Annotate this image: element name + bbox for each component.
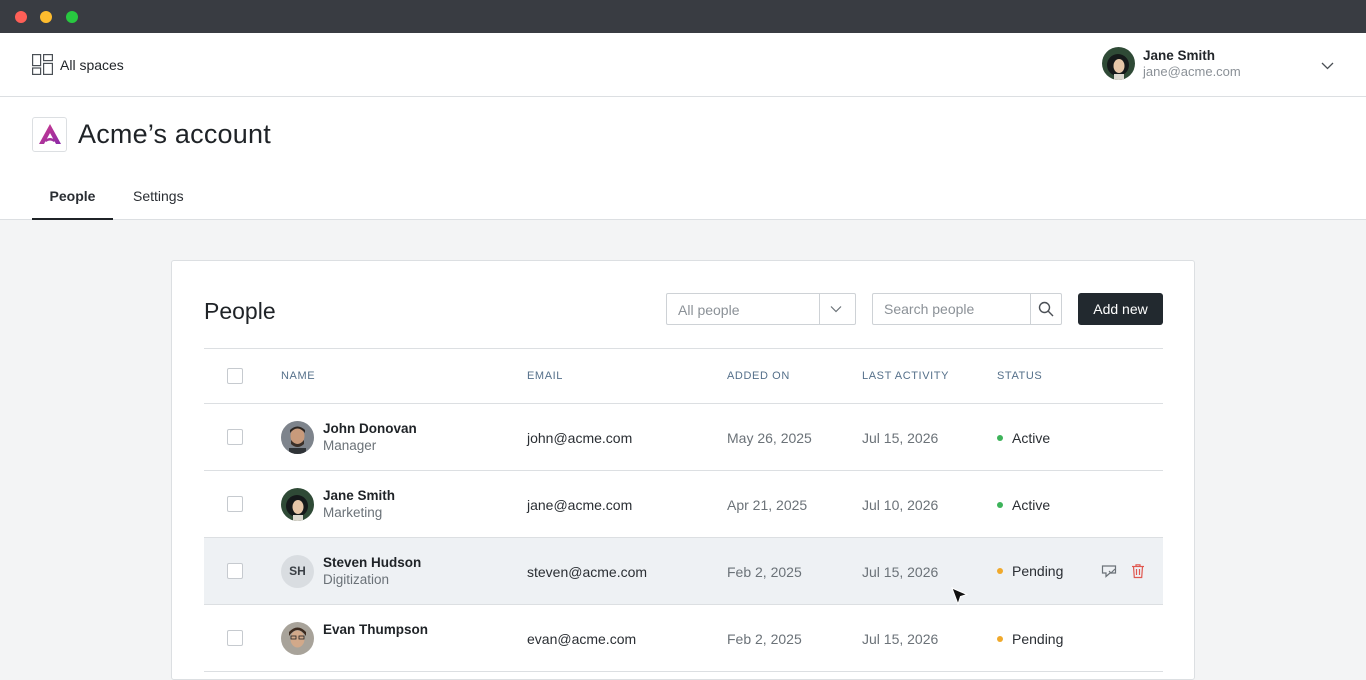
person-role: Manager (323, 438, 377, 453)
all-spaces-label: All spaces (60, 56, 124, 73)
user-name: Jane Smith (1143, 47, 1216, 63)
add-new-button[interactable]: Add new (1078, 293, 1163, 325)
people-section-title: People (204, 298, 276, 324)
status-dot (997, 636, 1003, 642)
chevron-down-icon[interactable] (1320, 58, 1335, 73)
last-activity: Jul 15, 2026 (862, 631, 939, 647)
resend-invite-icon[interactable] (1101, 563, 1117, 579)
column-header-email[interactable]: EMAIL (527, 370, 563, 382)
account-header: Acme’s account People Settings (0, 97, 1366, 220)
status-badge: Active (997, 497, 1050, 513)
search-input[interactable] (873, 294, 1030, 324)
status-dot (997, 568, 1003, 574)
search-field (872, 293, 1062, 325)
column-header-status[interactable]: STATUS (997, 370, 1042, 382)
last-activity: Jul 15, 2026 (862, 430, 939, 446)
added-on: Feb 2, 2025 (727, 564, 802, 580)
person-email: john@acme.com (527, 430, 633, 446)
acme-logo (32, 117, 67, 152)
person-name[interactable]: Steven Hudson (323, 555, 421, 570)
status-badge: Active (997, 430, 1050, 446)
filter-value: All people (678, 302, 740, 318)
last-activity: Jul 15, 2026 (862, 564, 939, 580)
table-row[interactable]: Evan Thumpson evan@acme.com Feb 2, 2025 … (204, 605, 1163, 672)
mouse-pointer-icon (951, 587, 969, 606)
avatar (281, 421, 314, 454)
row-checkbox[interactable] (227, 630, 243, 646)
trash-icon[interactable] (1130, 563, 1146, 579)
person-name[interactable]: Evan Thumpson (323, 622, 428, 637)
grid-icon (32, 54, 53, 75)
divider (819, 294, 820, 324)
person-role: Marketing (323, 505, 383, 520)
row-checkbox[interactable] (227, 496, 243, 512)
people-table: NAME EMAIL ADDED ON LAST ACTIVITY STATUS… (204, 348, 1163, 672)
added-on: Feb 2, 2025 (727, 631, 802, 647)
status-label: Pending (1012, 563, 1064, 579)
window-titlebar (0, 0, 1366, 33)
status-dot (997, 435, 1003, 441)
people-card: People All people Add new NAME EMAIL ADD… (171, 260, 1195, 680)
added-on: Apr 21, 2025 (727, 497, 808, 513)
status-badge: Pending (997, 631, 1063, 647)
avatar: SH (281, 555, 314, 588)
tab-people[interactable]: People (32, 179, 113, 220)
page-title: Acme’s account (78, 119, 271, 149)
user-avatar (1102, 47, 1135, 80)
table-row[interactable]: SH Steven Hudson Digitization steven@acm… (204, 538, 1163, 605)
user-email: jane@acme.com (1143, 63, 1241, 79)
person-email: steven@acme.com (527, 564, 648, 580)
table-row[interactable]: John Donovan Manager john@acme.com May 2… (204, 404, 1163, 471)
select-all-checkbox[interactable] (227, 368, 243, 384)
row-checkbox[interactable] (227, 429, 243, 445)
status-label: Active (1012, 430, 1051, 446)
person-email: jane@acme.com (527, 497, 633, 513)
minimize-window-button[interactable] (40, 11, 52, 23)
person-role: Digitization (323, 572, 390, 587)
avatar (281, 488, 314, 521)
all-spaces-link[interactable]: All spaces (32, 54, 124, 75)
column-header-name[interactable]: NAME (281, 370, 315, 382)
top-navigation: All spaces Jane Smith jane@acme.com (0, 33, 1366, 97)
person-name[interactable]: John Donovan (323, 421, 417, 436)
column-header-last-activity[interactable]: LAST ACTIVITY (862, 370, 949, 382)
avatar (281, 622, 314, 655)
maximize-window-button[interactable] (66, 11, 78, 23)
chevron-down-icon (830, 306, 842, 313)
table-header: NAME EMAIL ADDED ON LAST ACTIVITY STATUS (204, 349, 1163, 404)
status-badge: Pending (997, 563, 1063, 579)
search-icon[interactable] (1038, 301, 1054, 317)
status-dot (997, 502, 1003, 508)
tab-settings[interactable]: Settings (133, 179, 184, 220)
column-header-added[interactable]: ADDED ON (727, 370, 790, 382)
status-label: Pending (1012, 631, 1064, 647)
close-window-button[interactable] (15, 11, 27, 23)
last-activity: Jul 10, 2026 (862, 497, 939, 513)
row-checkbox[interactable] (227, 563, 243, 579)
user-menu[interactable]: Jane Smith jane@acme.com (1102, 47, 1241, 80)
person-email: evan@acme.com (527, 631, 637, 647)
added-on: May 26, 2025 (727, 430, 812, 446)
divider (1030, 294, 1031, 324)
table-row[interactable]: Jane Smith Marketing jane@acme.com Apr 2… (204, 471, 1163, 538)
person-name[interactable]: Jane Smith (323, 488, 395, 503)
people-filter-select[interactable]: All people (666, 293, 856, 325)
status-label: Active (1012, 497, 1051, 513)
